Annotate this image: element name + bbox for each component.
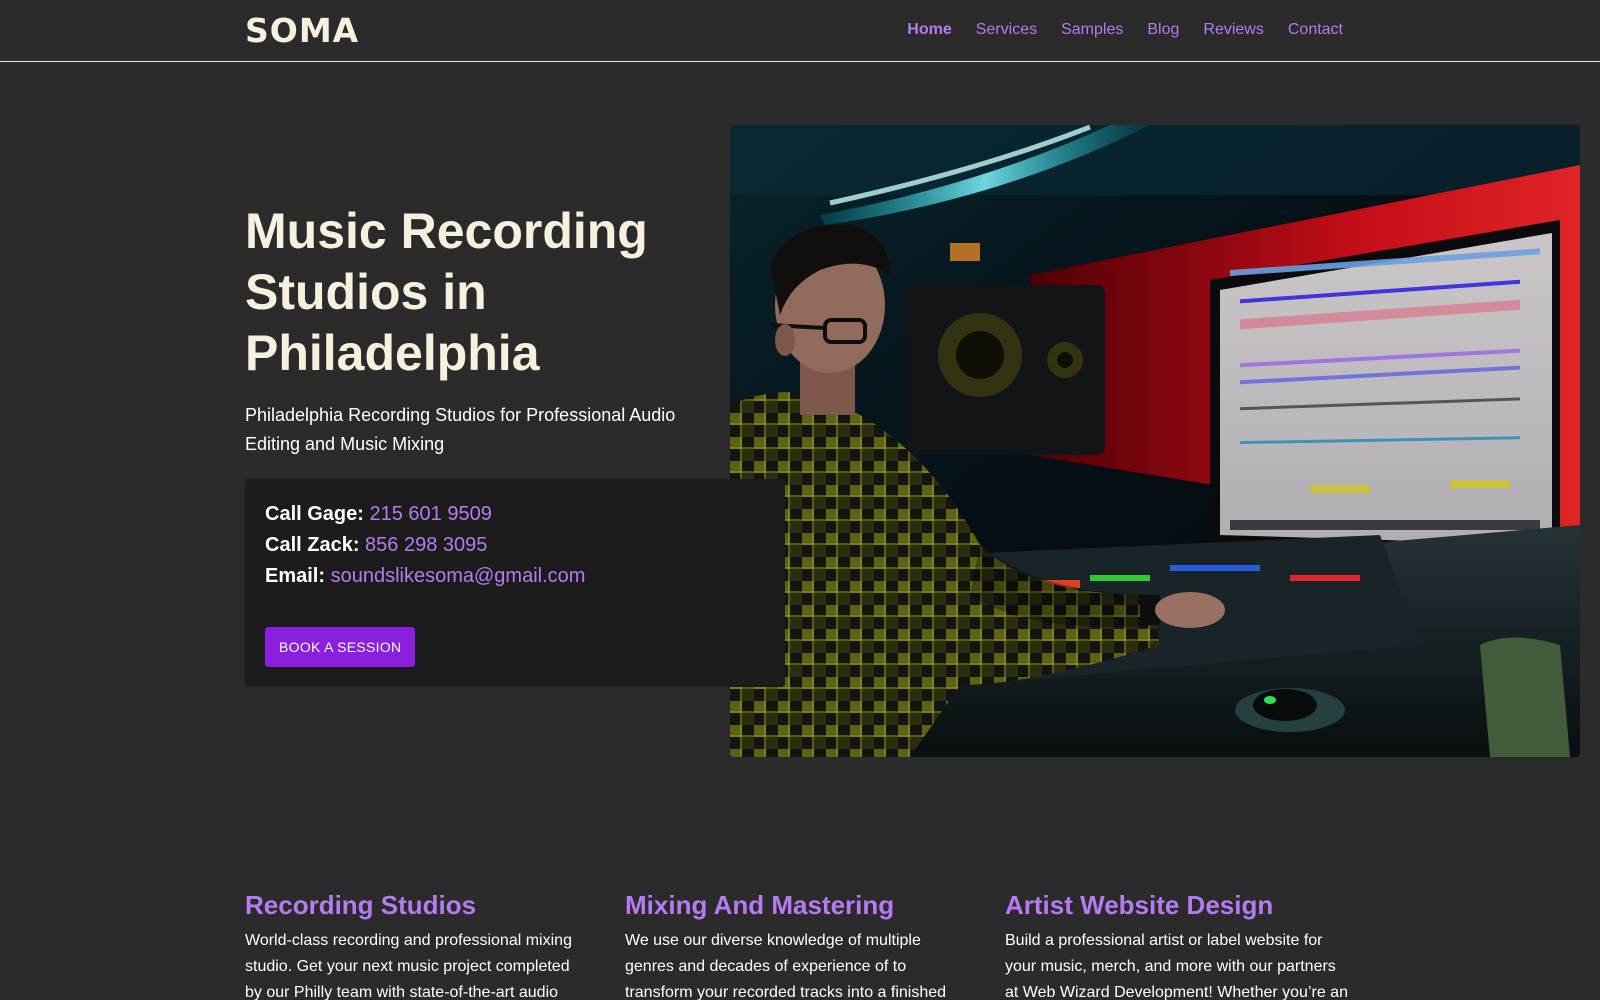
contact-zack-label: Call Zack:: [265, 534, 360, 556]
service-website-text: Build a professional artist or label web…: [1005, 932, 1348, 1000]
service-recording-text: World-class recording and professional m…: [245, 932, 572, 1000]
contact-card: Call Gage: 215 601 9509 Call Zack: 856 2…: [245, 479, 785, 687]
main-nav: Home Services Samples Blog Reviews Conta…: [907, 19, 1343, 41]
book-session-button[interactable]: BOOK A SESSION: [265, 627, 416, 667]
site-header: SOMA Home Services Samples Blog Reviews …: [0, 0, 1600, 62]
service-website-title[interactable]: Artist Website Design: [1005, 888, 1353, 922]
soma-logo[interactable]: SOMA: [245, 12, 359, 50]
contact-email: Email: soundslikesoma@gmail.com: [265, 561, 765, 592]
nav-contact[interactable]: Contact: [1288, 19, 1343, 41]
contact-zack: Call Zack: 856 298 3095: [265, 530, 765, 561]
service-mixing-text: We use our diverse knowledge of multiple…: [625, 932, 947, 1000]
contact-gage-label: Call Gage:: [265, 503, 364, 525]
service-website: Artist Website Design Build a profession…: [1005, 888, 1353, 1000]
nav-services[interactable]: Services: [976, 19, 1037, 41]
contact-email-link[interactable]: soundslikesoma@gmail.com: [331, 565, 586, 587]
hero-title: Music Recording Studios in Philadelphia: [245, 203, 648, 381]
services-section: Recording Studios World-class recording …: [245, 888, 1353, 1000]
contact-zack-phone[interactable]: 856 298 3095: [365, 534, 487, 556]
nav-samples[interactable]: Samples: [1061, 19, 1123, 41]
service-recording-title[interactable]: Recording Studios: [245, 888, 593, 922]
studio-photo: [730, 125, 1580, 757]
studio-photo-illustration: [730, 125, 1580, 757]
nav-home[interactable]: Home: [907, 19, 951, 41]
service-mixing: Mixing And Mastering We use our diverse …: [625, 888, 973, 1000]
hero-subtitle: Philadelphia Recording Studios for Profe…: [245, 405, 676, 454]
service-recording: Recording Studios World-class recording …: [245, 888, 593, 1000]
contact-gage: Call Gage: 215 601 9509: [265, 499, 765, 530]
nav-reviews[interactable]: Reviews: [1203, 19, 1263, 41]
service-mixing-title[interactable]: Mixing And Mastering: [625, 888, 973, 922]
nav-blog[interactable]: Blog: [1147, 19, 1179, 41]
contact-gage-phone[interactable]: 215 601 9509: [369, 503, 491, 525]
contact-email-label: Email:: [265, 565, 326, 587]
